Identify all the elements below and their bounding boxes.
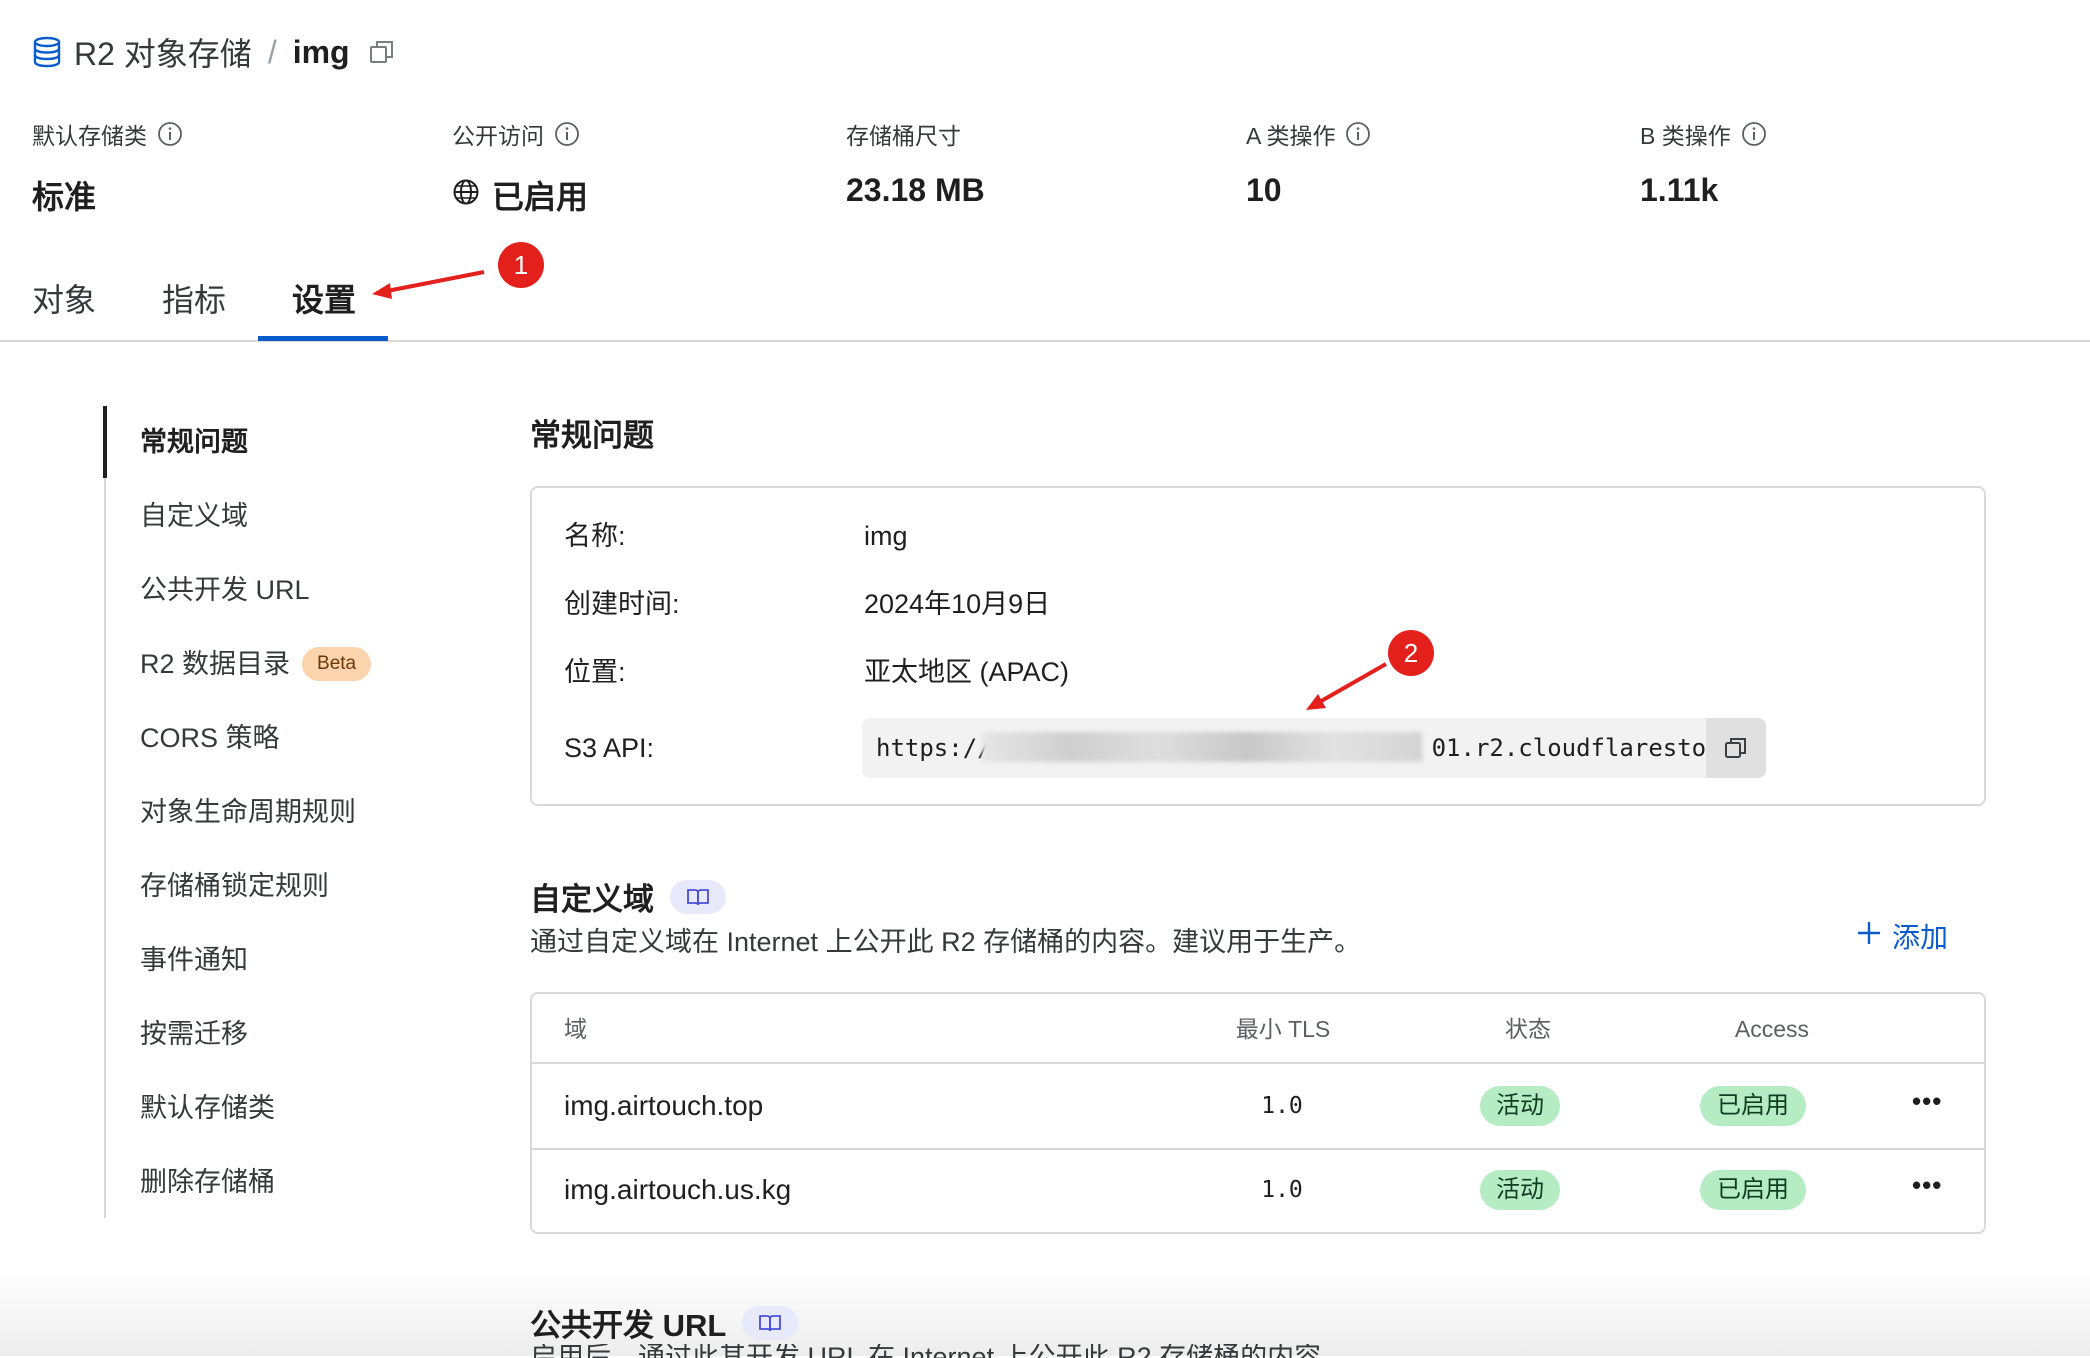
- info-icon[interactable]: [1741, 121, 1767, 147]
- more-options-icon[interactable]: •••: [1912, 1086, 1942, 1126]
- tab-objects[interactable]: 对象: [32, 270, 96, 330]
- copy-icon[interactable]: [368, 38, 396, 66]
- plus-icon: [1856, 920, 1882, 953]
- stat-label: 默认存储类: [32, 123, 147, 149]
- public-dev-url-title: 公共开发 URL: [530, 1308, 727, 1343]
- sidebar-item-default-storage-class[interactable]: 默认存储类: [140, 1088, 275, 1128]
- stat-bucket-size: 存储桶尺寸 23.18 MB: [846, 118, 985, 209]
- stat-default-storage-class: 默认存储类 标准: [32, 118, 183, 218]
- table-divider: [532, 1062, 1984, 1064]
- access-badge: 已启用: [1700, 1170, 1806, 1210]
- tls-cell: 1.0: [1261, 1177, 1303, 1203]
- general-info-card: 名称: img 创建时间: 2024年10月9日 位置: 亚太地区 (APAC)…: [530, 486, 1986, 806]
- name-label: 名称:: [564, 521, 626, 551]
- stat-value: 已启用: [492, 179, 589, 215]
- stat-public-access: 公开访问 已启用: [452, 118, 588, 218]
- public-dev-url-section-title: 公共开发 URL: [530, 1300, 799, 1345]
- tls-cell: 1.0: [1261, 1093, 1303, 1119]
- redacted-blur: [982, 732, 1422, 762]
- tab-settings[interactable]: 设置: [292, 270, 356, 330]
- sidebar-item-bucket-lock-rules[interactable]: 存储桶锁定规则: [140, 866, 329, 906]
- annotation-arrow-icon: [1306, 662, 1387, 710]
- sidebar-active-indicator: [103, 406, 107, 478]
- add-domain-button[interactable]: 添加: [1856, 916, 1948, 956]
- globe-icon: [452, 177, 480, 214]
- stat-label: A 类操作: [1246, 123, 1336, 149]
- name-value: img: [864, 521, 908, 551]
- stat-value: 1.11k: [1640, 172, 1719, 208]
- general-section-title: 常规问题: [530, 418, 654, 453]
- access-badge: 已启用: [1700, 1086, 1806, 1126]
- sidebar-item-label: R2 数据目录: [140, 649, 291, 679]
- stat-value: 标准: [32, 179, 97, 215]
- custom-domains-table: 域 最小 TLS 状态 Access img.airtouch.top 1.0 …: [530, 992, 1986, 1234]
- sidebar-item-data-catalog[interactable]: R2 数据目录 Beta: [140, 644, 372, 684]
- stat-class-a-operations: A 类操作 10: [1246, 118, 1371, 209]
- column-header-access: Access: [1734, 1016, 1810, 1042]
- custom-domains-title: 自定义域: [530, 882, 654, 917]
- created-label: 创建时间:: [564, 589, 680, 619]
- tab-bar: 对象 指标 设置: [0, 260, 2090, 342]
- sidebar-item-event-notifications[interactable]: 事件通知: [140, 940, 248, 980]
- location-value: 亚太地区 (APAC): [864, 657, 1070, 687]
- created-value: 2024年10月9日: [864, 589, 1051, 619]
- info-icon[interactable]: [157, 121, 183, 147]
- copy-icon[interactable]: [1706, 718, 1766, 778]
- custom-domains-section-title: 自定义域: [530, 874, 726, 919]
- sidebar-item-general[interactable]: 常规问题: [140, 422, 248, 462]
- sidebar-item-custom-domains[interactable]: 自定义域: [140, 496, 248, 536]
- column-header-status: 状态: [1505, 1016, 1551, 1042]
- stat-class-b-operations: B 类操作 1.11k: [1640, 118, 1767, 209]
- tab-metrics[interactable]: 指标: [162, 270, 226, 330]
- status-badge: 活动: [1480, 1086, 1560, 1126]
- stat-label: B 类操作: [1640, 123, 1731, 149]
- s3-api-field[interactable]: https://01.r2.cloudflarestorage.com/img: [862, 718, 1766, 778]
- bucket-name: img: [292, 33, 350, 70]
- location-label: 位置:: [564, 657, 626, 687]
- settings-sidebar: 常规问题 自定义域 公共开发 URL R2 数据目录 Beta CORS 策略 …: [103, 406, 424, 1218]
- more-options-icon[interactable]: •••: [1912, 1170, 1942, 1210]
- annotation-marker-2: 2: [1388, 630, 1434, 676]
- status-badge: 活动: [1480, 1170, 1560, 1210]
- sidebar-item-delete-bucket[interactable]: 删除存储桶: [140, 1162, 275, 1202]
- breadcrumb-service-link[interactable]: R2 对象存储: [74, 29, 252, 75]
- s3-api-label: S3 API:: [564, 733, 655, 763]
- stat-value: 23.18 MB: [846, 172, 985, 208]
- stat-value: 10: [1246, 172, 1282, 208]
- breadcrumb-separator: /: [267, 33, 277, 70]
- add-domain-label: 添加: [1892, 922, 1949, 953]
- custom-domains-description: 通过自定义域在 Internet 上公开此 R2 存储桶的内容。建议用于生产。: [530, 927, 1362, 957]
- book-icon[interactable]: [742, 1305, 799, 1340]
- active-tab-indicator: [258, 336, 388, 341]
- info-icon[interactable]: [554, 121, 580, 147]
- breadcrumb: R2 对象存储 / img: [32, 30, 396, 74]
- annotation-arrow-icon: [372, 270, 485, 299]
- sidebar-item-cors-policy[interactable]: CORS 策略: [140, 718, 280, 758]
- domain-cell[interactable]: img.airtouch.us.kg: [564, 1170, 791, 1210]
- sidebar-item-lifecycle-rules[interactable]: 对象生命周期规则: [140, 792, 356, 832]
- s3-api-prefix: https://: [876, 734, 992, 762]
- stat-label: 公开访问: [452, 123, 544, 149]
- table-divider: [532, 1148, 1984, 1150]
- sidebar-item-on-demand-migration[interactable]: 按需迁移: [140, 1014, 248, 1054]
- book-icon[interactable]: [670, 879, 726, 914]
- annotation-marker-1: 1: [498, 242, 544, 288]
- column-header-domain: 域: [564, 1016, 587, 1042]
- column-header-min-tls: 最小 TLS: [1235, 1016, 1331, 1042]
- database-icon: [32, 36, 62, 68]
- beta-badge: Beta: [302, 647, 372, 681]
- info-icon[interactable]: [1345, 121, 1371, 147]
- sidebar-item-public-dev-url[interactable]: 公共开发 URL: [140, 570, 310, 610]
- domain-cell[interactable]: img.airtouch.top: [564, 1086, 763, 1126]
- stat-label: 存储桶尺寸: [846, 123, 961, 149]
